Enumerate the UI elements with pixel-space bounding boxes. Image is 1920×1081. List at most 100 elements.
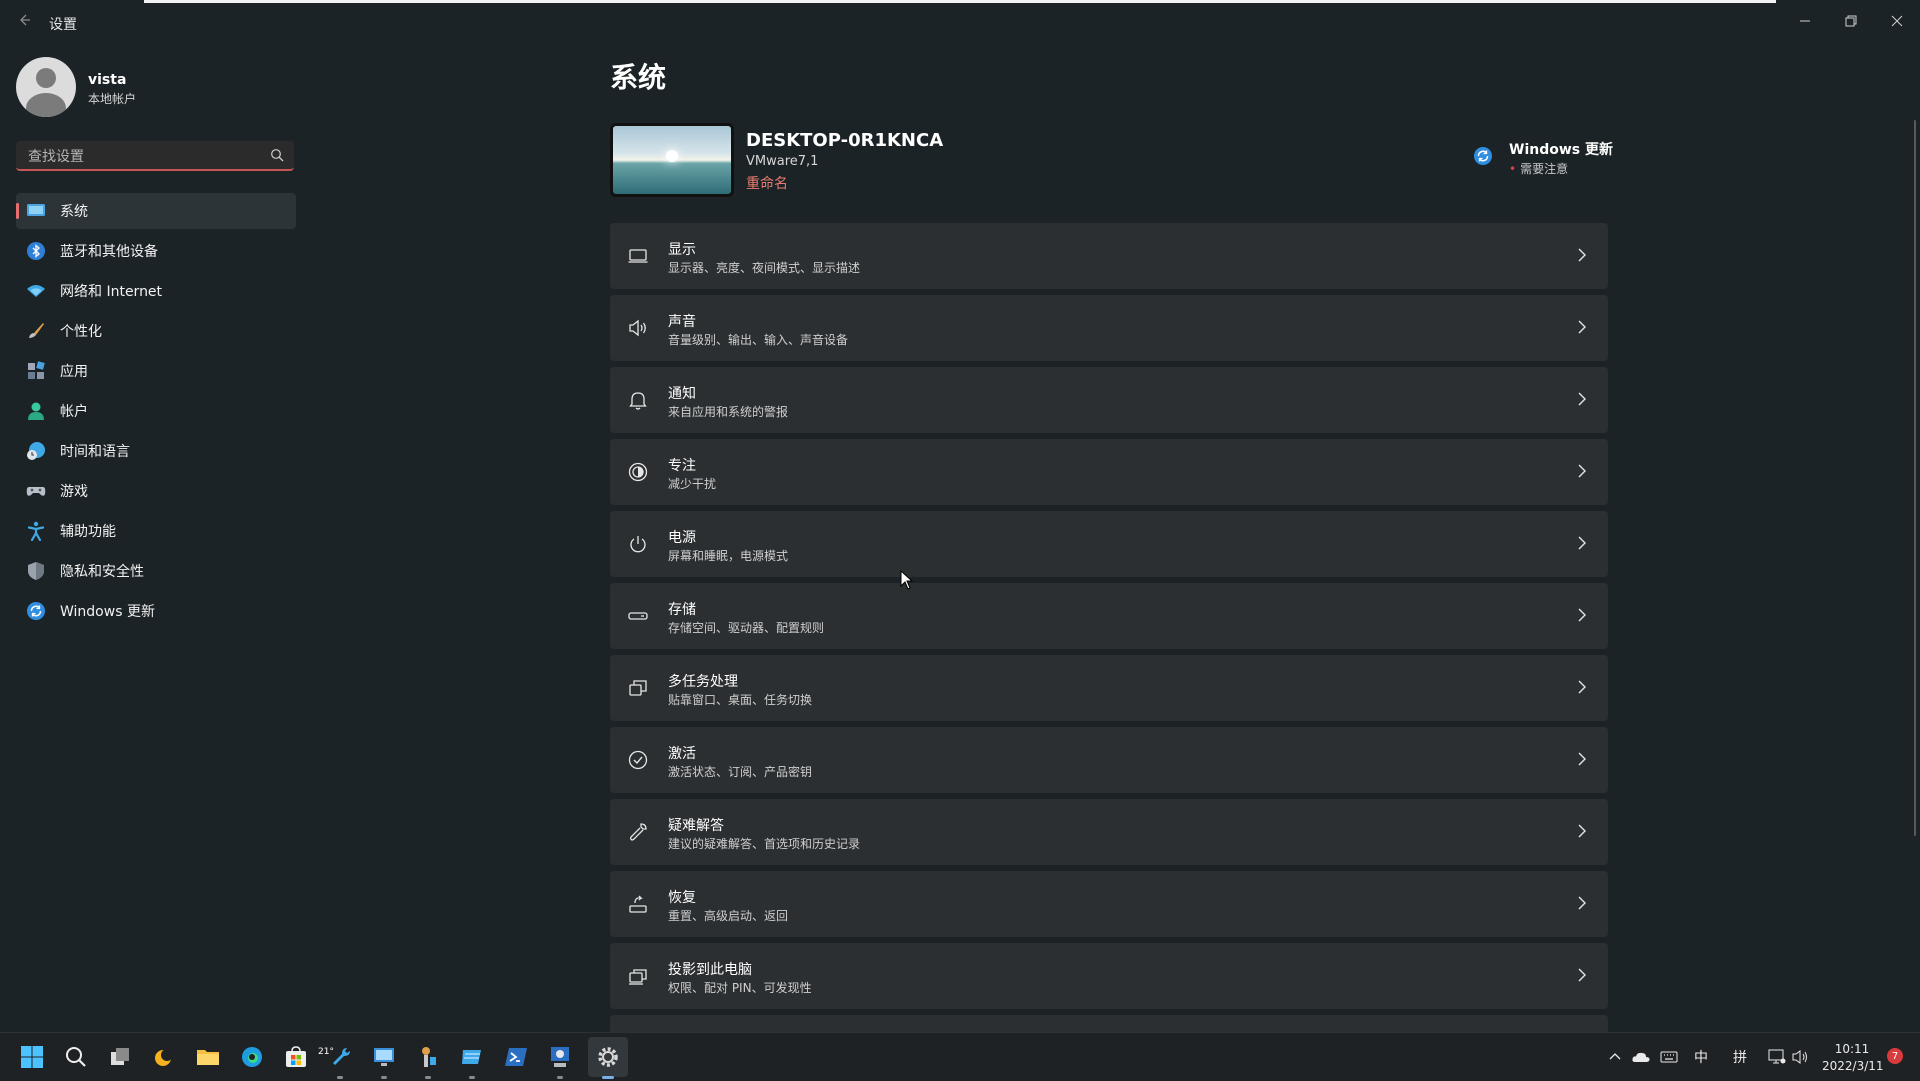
volume-icon[interactable] [1792, 1033, 1810, 1081]
device-wallpaper-thumbnail [610, 123, 734, 197]
file-explorer-icon[interactable] [194, 1043, 222, 1071]
card-activation[interactable]: 激活 激活状态、订阅、产品密钥 [610, 727, 1608, 793]
gamepad-icon [26, 487, 46, 496]
chevron-right-icon [1578, 752, 1586, 766]
card-subtitle: 来自应用和系统的警报 [668, 405, 789, 419]
chevron-right-icon [1578, 608, 1586, 622]
sidebar-item-system[interactable]: 系统 [16, 193, 296, 229]
sidebar-item-windows-update[interactable]: Windows 更新 [16, 593, 296, 629]
app-icon-tool[interactable] [414, 1043, 442, 1079]
search-icon[interactable] [270, 148, 284, 162]
chevron-right-icon [1578, 968, 1586, 982]
card-sound[interactable]: 声音 音量级别、输出、输入、声音设备 [610, 295, 1608, 361]
close-button[interactable] [1874, 6, 1920, 36]
search-input[interactable] [26, 146, 260, 168]
multitask-icon [629, 680, 647, 696]
project-icon [629, 969, 647, 985]
card-title: 声音 [668, 314, 696, 330]
update-icon[interactable] [1473, 146, 1493, 166]
card-recovery[interactable]: 恢复 重置、高级启动、返回 [610, 871, 1608, 937]
clock-time: 10:11 [1834, 1042, 1870, 1056]
card-display[interactable]: 显示 显示器、亮度、夜间模式、显示描述 [610, 223, 1608, 289]
card-subtitle: 显示器、亮度、夜间模式、显示描述 [668, 261, 861, 275]
card-focus[interactable]: 专注 减少干扰 [610, 439, 1608, 505]
user-account-type: 本地帐户 [88, 92, 137, 106]
chevron-right-icon [1578, 824, 1586, 838]
ime-mode-indicator[interactable]: 中 [1694, 1033, 1708, 1081]
card-power[interactable]: 电源 屏幕和睡眠，电源模式 [610, 511, 1608, 577]
onedrive-icon[interactable] [1632, 1033, 1650, 1081]
monitor-icon [628, 249, 648, 263]
user-name: vista [88, 72, 127, 88]
sidebar-item-accessibility[interactable]: 辅助功能 [16, 513, 296, 549]
settings-list: 显示 显示器、亮度、夜间模式、显示描述 声音 音量级别、输出、输入、声音设备 通… [610, 223, 1608, 1041]
card-title: 显示 [668, 242, 696, 258]
card-subtitle: 减少干扰 [668, 477, 717, 491]
sidebar-item-label: 蓝牙和其他设备 [60, 244, 158, 260]
card-multitasking[interactable]: 多任务处理 贴靠窗口、桌面、任务切换 [610, 655, 1608, 721]
show-hidden-icons[interactable] [1608, 1033, 1622, 1081]
sidebar-item-bluetooth[interactable]: 蓝牙和其他设备 [16, 233, 296, 269]
wifi-icon [27, 285, 45, 297]
sidebar-item-accounts[interactable]: 帐户 [16, 393, 296, 429]
card-subtitle: 重置、高级启动、返回 [668, 909, 789, 923]
globe-clock-icon [27, 442, 45, 460]
notification-badge[interactable]: 7 [1887, 1048, 1903, 1064]
device-name: DESKTOP-0R1KNCA [746, 130, 944, 151]
scrollbar[interactable] [1914, 120, 1916, 836]
card-troubleshoot[interactable]: 疑难解答 建议的疑难解答、首选项和历史记录 [610, 799, 1608, 865]
card-subtitle: 贴靠窗口、桌面、任务切换 [668, 693, 813, 707]
powershell-icon[interactable] [502, 1043, 530, 1071]
sidebar-item-label: 应用 [60, 364, 88, 380]
accessibility-icon [27, 521, 45, 541]
settings-icon[interactable] [594, 1043, 622, 1079]
network-icon[interactable] [1768, 1033, 1786, 1081]
back-arrow-icon[interactable] [16, 12, 36, 32]
sidebar-item-time-language[interactable]: 时间和语言 [16, 433, 296, 469]
app-icon-folder-blue[interactable] [458, 1043, 486, 1079]
rename-link[interactable]: 重命名 [746, 173, 788, 193]
sidebar-item-network[interactable]: 网络和 Internet [16, 273, 296, 309]
sidebar-item-gaming[interactable]: 游戏 [16, 473, 296, 509]
store-icon[interactable] [282, 1043, 310, 1071]
app-icon-monitor[interactable] [370, 1043, 398, 1079]
restore-button[interactable] [1828, 6, 1874, 36]
sidebar-item-privacy[interactable]: 隐私和安全性 [16, 553, 296, 589]
sidebar-item-personalization[interactable]: 个性化 [16, 313, 296, 349]
card-project-to-pc[interactable]: 投影到此电脑 权限、配对 PIN、可发现性 [610, 943, 1608, 1009]
system-icon [27, 204, 45, 216]
card-notifications[interactable]: 通知 来自应用和系统的警报 [610, 367, 1608, 433]
chevron-right-icon [1578, 248, 1586, 262]
recovery-icon [629, 895, 647, 913]
card-storage[interactable]: 存储 存储空间、驱动器、配置规则 [610, 583, 1608, 649]
search-box[interactable] [16, 141, 294, 171]
minimize-button[interactable] [1782, 6, 1828, 36]
card-title: 疑难解答 [668, 818, 724, 834]
task-view-icon[interactable] [106, 1043, 134, 1071]
chevron-right-icon [1578, 536, 1586, 550]
page-title: 系统 [610, 61, 667, 94]
app-icon-gear-blue[interactable] [326, 1043, 354, 1079]
check-circle-icon [628, 750, 648, 770]
sidebar-item-label: 网络和 Internet [60, 284, 163, 300]
window-title: 设置 [49, 17, 77, 33]
edge-browser-icon[interactable] [238, 1043, 266, 1071]
ime-input-indicator[interactable]: 拼 [1733, 1033, 1747, 1081]
sidebar-item-apps[interactable]: 应用 [16, 353, 296, 389]
avatar[interactable] [16, 57, 76, 117]
windows-update-link[interactable]: Windows 更新 [1509, 139, 1613, 159]
app-icon-network-admin[interactable] [546, 1043, 574, 1079]
weather-widget-icon[interactable]: 21° [150, 1043, 334, 1071]
bell-icon [629, 392, 647, 410]
sidebar-nav: 系统 蓝牙和其他设备 网络和 Internet 个性化 应用 帐户 时间和语言 [16, 193, 296, 633]
search-icon[interactable] [62, 1043, 90, 1071]
update-icon [27, 602, 45, 620]
sidebar-item-label: 系统 [60, 204, 88, 220]
card-title: 通知 [668, 386, 696, 402]
card-title: 恢复 [668, 890, 696, 906]
settings-window: 设置 vista 本地帐户 系统 蓝牙和其他设备 网络和 In [0, 0, 1920, 1035]
device-model: VMware7,1 [746, 154, 819, 169]
keyboard-icon[interactable] [1660, 1033, 1678, 1081]
system-clock[interactable]: 10:11 2022/3/11 [1822, 1041, 1884, 1075]
start-icon[interactable] [18, 1043, 46, 1071]
